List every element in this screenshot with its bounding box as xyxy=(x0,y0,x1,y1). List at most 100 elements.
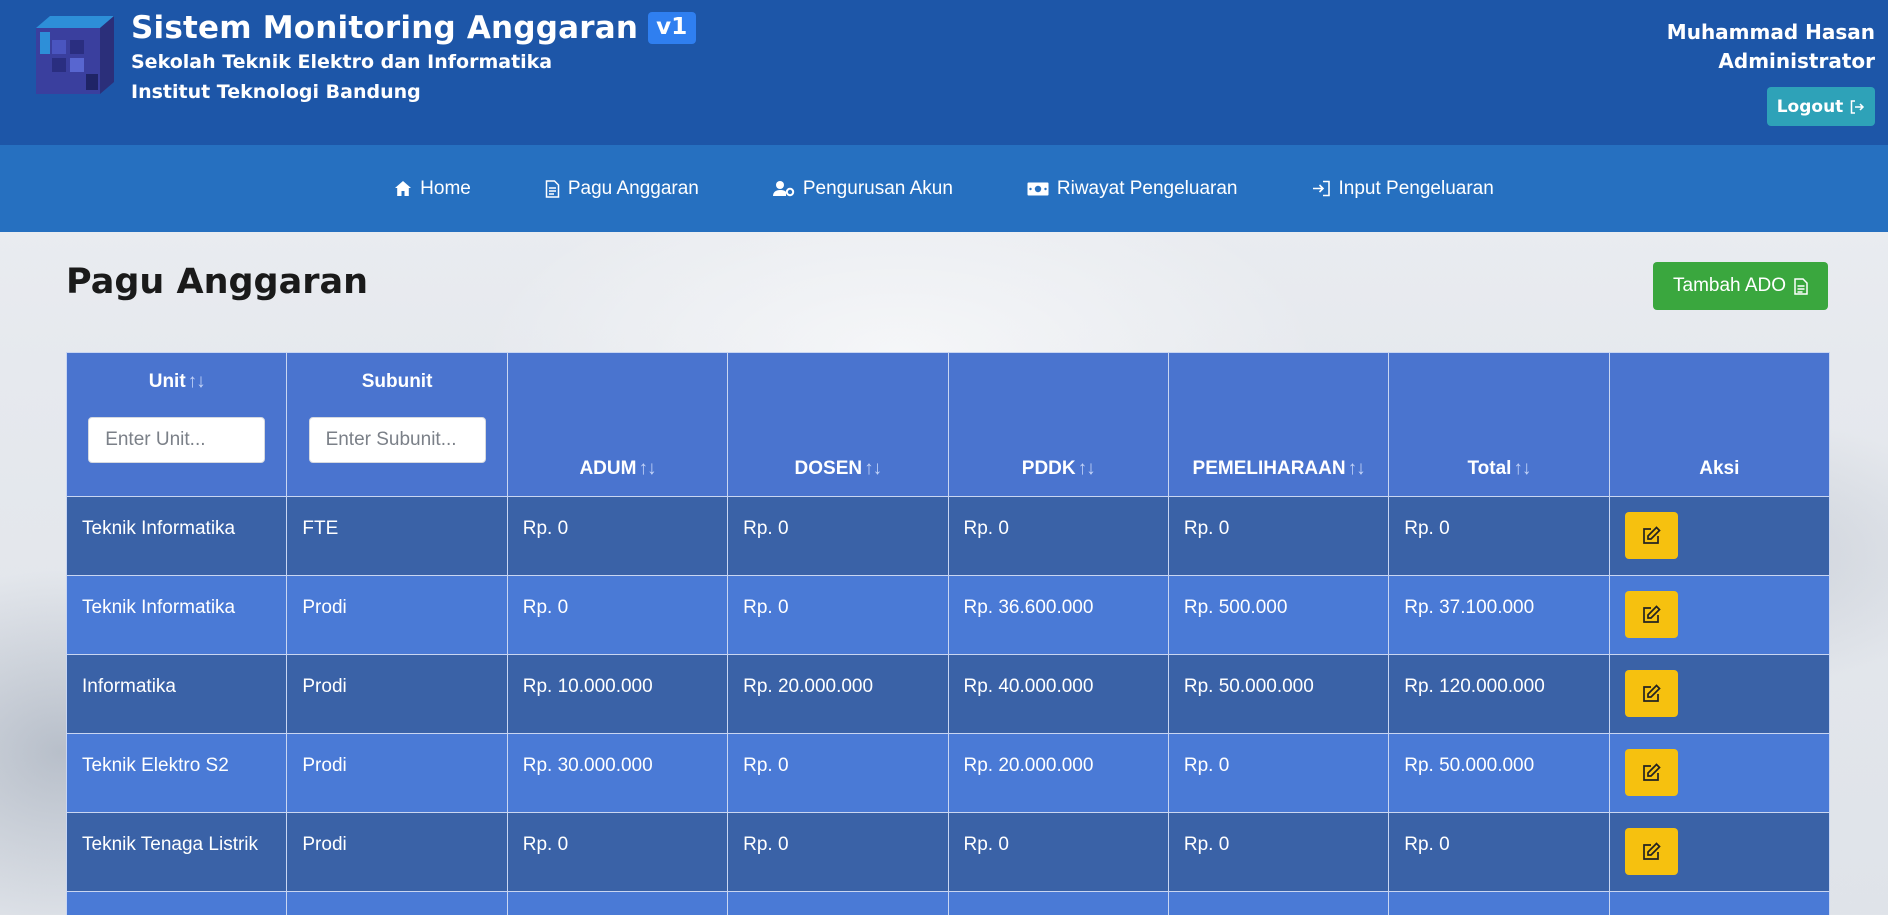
logout-label: Logout xyxy=(1776,96,1844,117)
user-role: Administrator xyxy=(1718,49,1875,73)
budget-table: Unit↑↓ Subunit ADUM↑↓ DOSEN↑↓ PDDK↑↓ P xyxy=(65,352,1831,915)
cell-subunit xyxy=(286,891,508,915)
cell-pemeliharaan xyxy=(1167,891,1390,915)
cell-pemeliharaan: Rp. 0 xyxy=(1167,812,1390,892)
table-row: Teknik Informatika Prodi Rp. 0 Rp. 0 Rp.… xyxy=(65,575,1831,655)
cell-aksi xyxy=(1608,891,1831,915)
add-ado-label: Tambah ADO xyxy=(1673,275,1786,296)
nav-item-input-pengeluaran[interactable]: Input Pengeluaran xyxy=(1312,178,1494,200)
table-header-row: Unit↑↓ Subunit ADUM↑↓ DOSEN↑↓ PDDK↑↓ P xyxy=(65,352,1831,497)
edit-button[interactable] xyxy=(1624,828,1678,875)
sign-in-icon xyxy=(1312,180,1330,197)
cell-aksi xyxy=(1608,654,1831,734)
edit-icon xyxy=(1642,763,1661,781)
app-title-text: Sistem Monitoring Anggaran xyxy=(131,10,639,46)
cell-adum xyxy=(506,891,729,915)
nav-item-label: Pengurusan Akun xyxy=(802,177,953,199)
column-header-dosen[interactable]: DOSEN ↑↓ xyxy=(727,352,949,497)
nav-item-label: Pagu Anggaran xyxy=(567,177,699,199)
cell-pddk: Rp. 0 xyxy=(947,496,1169,576)
edit-button[interactable] xyxy=(1624,512,1678,559)
subunit-filter-input[interactable] xyxy=(308,417,486,463)
edit-icon xyxy=(1642,842,1661,860)
user-gear-icon xyxy=(772,181,795,197)
cell-subunit: Prodi xyxy=(286,733,508,813)
cell-dosen: Rp. 0 xyxy=(727,733,949,813)
cell-pddk: Rp. 36.600.000 xyxy=(947,575,1169,655)
app-header: Sistem Monitoring Anggaran v1 Sekolah Te… xyxy=(0,0,1888,145)
app-logo-icon xyxy=(36,16,114,94)
column-label: PDDK xyxy=(1021,458,1076,479)
cell-dosen: Rp. 0 xyxy=(727,496,949,576)
cell-total: Rp. 37.100.000 xyxy=(1388,575,1610,655)
sort-icon: ↑↓ xyxy=(638,458,656,479)
home-icon xyxy=(395,181,412,196)
cell-total xyxy=(1388,891,1610,915)
column-header-total[interactable]: Total ↑↓ xyxy=(1388,352,1610,497)
cell-unit: Teknik Informatika xyxy=(65,575,288,655)
nav-item-label: Riwayat Pengeluaran xyxy=(1056,177,1238,199)
column-header-aksi: Aksi xyxy=(1608,352,1831,497)
cell-total: Rp. 0 xyxy=(1388,496,1610,576)
user-name: Muhammad Hasan xyxy=(1666,20,1875,44)
add-ado-button[interactable]: Tambah ADO xyxy=(1653,262,1828,310)
app-title: Sistem Monitoring Anggaran v1 xyxy=(131,10,696,46)
nav-item-label: Home xyxy=(420,177,471,199)
cell-subunit: Prodi xyxy=(286,575,508,655)
column-header-adum[interactable]: ADUM ↑↓ xyxy=(506,352,729,497)
sort-icon: ↑↓ xyxy=(1347,458,1366,479)
institution-faculty: Sekolah Teknik Elektro dan Informatika xyxy=(131,51,553,73)
column-header-unit[interactable]: Unit ↑↓ xyxy=(65,352,288,497)
table-row: Teknik Tenaga Listrik Prodi Rp. 0 Rp. 0 … xyxy=(65,812,1831,892)
column-label: Aksi xyxy=(1699,458,1740,479)
nav-item-home[interactable]: Home xyxy=(394,178,471,200)
table-row: Informatika Prodi Rp. 10.000.000 Rp. 20.… xyxy=(65,654,1831,734)
cell-pddk: Rp. 0 xyxy=(947,812,1169,892)
logout-button[interactable]: Logout xyxy=(1767,87,1875,126)
edit-button[interactable] xyxy=(1624,749,1678,796)
page-title: Pagu Anggaran xyxy=(66,262,369,302)
sort-icon: ↑↓ xyxy=(1513,458,1531,479)
nav-item-riwayat-pengeluaran[interactable]: Riwayat Pengeluaran xyxy=(1027,178,1238,200)
nav-item-pengurusan-akun[interactable]: Pengurusan Akun xyxy=(772,177,953,200)
cell-dosen: Rp. 0 xyxy=(727,812,949,892)
cell-unit: Teknik Tenaga Listrik xyxy=(65,812,288,892)
cell-adum: Rp. 30.000.000 xyxy=(506,733,729,813)
cell-subunit: Prodi xyxy=(286,812,508,892)
cell-subunit: FTE xyxy=(286,496,508,576)
cell-dosen: Rp. 0 xyxy=(727,575,949,655)
column-header-subunit: Subunit xyxy=(286,352,508,497)
cell-total: Rp. 0 xyxy=(1388,812,1610,892)
table-row: Teknik Informatika FTE Rp. 0 Rp. 0 Rp. 0… xyxy=(65,496,1831,576)
money-icon xyxy=(1027,182,1049,195)
cell-adum: Rp. 0 xyxy=(506,812,729,892)
sort-icon: ↑↓ xyxy=(864,458,882,479)
cell-aksi xyxy=(1608,575,1831,655)
sort-icon: ↑↓ xyxy=(1077,458,1096,479)
edit-icon xyxy=(1642,605,1661,623)
column-label: Unit xyxy=(148,371,186,392)
column-label: ADUM xyxy=(579,458,637,479)
document-icon xyxy=(545,179,560,198)
edit-button[interactable] xyxy=(1624,670,1678,717)
cell-total: Rp. 50.000.000 xyxy=(1388,733,1610,813)
version-badge: v1 xyxy=(648,12,696,44)
cell-adum: Rp. 10.000.000 xyxy=(506,654,729,734)
column-header-pddk[interactable]: PDDK ↑↓ xyxy=(947,352,1169,497)
cell-adum: Rp. 0 xyxy=(506,496,729,576)
cell-dosen: Rp. 20.000.000 xyxy=(727,654,949,734)
institution-name: Institut Teknologi Bandung xyxy=(131,81,421,103)
nav-item-pagu-anggaran[interactable]: Pagu Anggaran xyxy=(545,178,699,200)
column-label: Subunit xyxy=(361,371,433,392)
cell-total: Rp. 120.000.000 xyxy=(1388,654,1610,734)
column-header-pemeliharaan[interactable]: PEMELIHARAAN ↑↓ xyxy=(1167,352,1390,497)
edit-icon xyxy=(1642,526,1661,544)
cell-pemeliharaan: Rp. 500.000 xyxy=(1167,575,1390,655)
cell-pddk: Rp. 40.000.000 xyxy=(947,654,1169,734)
cell-unit: Informatika xyxy=(65,654,288,734)
table-row: Teknik Elektro S2 Prodi Rp. 30.000.000 R… xyxy=(65,733,1831,813)
edit-button[interactable] xyxy=(1624,591,1678,638)
sort-icon: ↑↓ xyxy=(187,371,206,392)
unit-filter-input[interactable] xyxy=(88,417,266,463)
column-label: PEMELIHARAAN xyxy=(1192,458,1346,479)
